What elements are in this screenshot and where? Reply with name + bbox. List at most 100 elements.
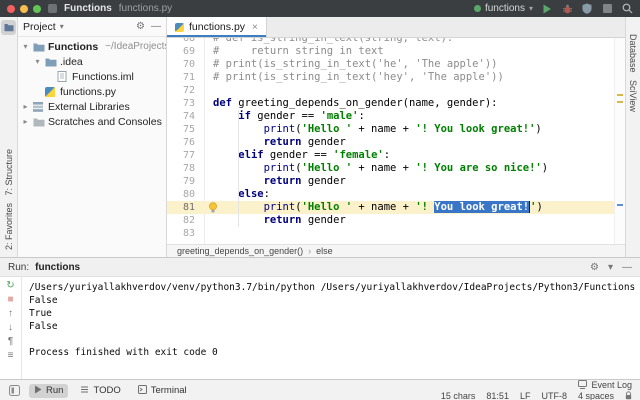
breadcrumb-separator: ›	[308, 246, 311, 256]
tool-window-toggle-todo[interactable]: TODO	[75, 384, 125, 398]
rerun-icon[interactable]: ↻	[6, 280, 14, 292]
settings-gear-icon[interactable]: ⚙	[136, 21, 145, 32]
code-line[interactable]: 77 elif gender == 'female':	[167, 149, 625, 162]
right-tool-stripe: Database SciView	[625, 17, 640, 257]
left-tool-stripe: 7: Structure 2: Favorites	[0, 17, 18, 257]
hide-panel-icon[interactable]: —	[151, 21, 161, 32]
code-line[interactable]: 83	[167, 227, 625, 240]
tool-window-toggle-run[interactable]: Run	[29, 384, 68, 398]
tree-item-external-libraries[interactable]: ▸ External Libraries	[18, 99, 166, 114]
status-metric-4-spaces[interactable]: 4 spaces	[578, 391, 614, 400]
status-metric-lf[interactable]: LF	[520, 391, 531, 400]
run-tab-functions[interactable]: functions	[35, 262, 80, 273]
up-stack-trace-icon[interactable]: ↑	[8, 308, 13, 320]
event-log-button[interactable]: Event Log	[578, 380, 632, 390]
console-line: True	[29, 307, 640, 320]
tree-item-path: ~/IdeaProjects/Python3/Functions	[105, 41, 166, 52]
status-metric-81-51[interactable]: 81:51	[486, 391, 509, 400]
line-number: 75	[167, 123, 204, 136]
tree-expand-icon[interactable]: ▾	[21, 42, 30, 51]
tree-item-functions[interactable]: ▾Functions~/IdeaProjects/Python3/Functio…	[18, 39, 166, 54]
debug-button[interactable]	[561, 3, 573, 15]
breadcrumb-item-else[interactable]: else	[316, 246, 333, 256]
code-line[interactable]: 78 print('Hello ' + name + '! You are so…	[167, 162, 625, 175]
app-icon	[48, 4, 57, 13]
code-text: # print(is_string_in_text('hey', 'The ap…	[204, 71, 504, 84]
editor-tab-label: functions.py	[189, 21, 245, 33]
search-everywhere-icon[interactable]	[621, 3, 633, 15]
project-panel-header[interactable]: Project ▾ ⚙ —	[18, 17, 166, 37]
line-number: 81	[167, 201, 204, 214]
collapse-panel-icon[interactable]: ▾	[608, 262, 613, 273]
tree-expand-icon[interactable]: ▸	[21, 117, 30, 126]
tree-item-functions-py[interactable]: functions.py	[18, 84, 166, 99]
code-line[interactable]: 74 if gender == 'male':	[167, 110, 625, 123]
line-number: 77	[167, 149, 204, 162]
close-tab-icon[interactable]: ×	[252, 22, 258, 33]
project-tool-window-button[interactable]	[1, 20, 16, 35]
breadcrumb: greeting_depends_on_gender() › else	[167, 244, 625, 257]
tree-item-label: External Libraries	[48, 101, 130, 113]
code-text: return gender	[204, 175, 346, 188]
intention-bulb-icon[interactable]	[208, 202, 218, 213]
editor-tab-bar: functions.py ×	[167, 17, 625, 38]
lock-icon[interactable]	[625, 391, 632, 400]
run-button[interactable]	[541, 3, 553, 15]
editor-scrollbar[interactable]	[614, 38, 625, 244]
code-line[interactable]: 73def greeting_depends_on_gender(name, g…	[167, 97, 625, 110]
code-line[interactable]: 70# print(is_string_in_text('he', 'The a…	[167, 58, 625, 71]
code-line[interactable]: 72	[167, 84, 625, 97]
soft-wrap-icon[interactable]: ¶	[8, 336, 13, 348]
tool-window-button-7-structure[interactable]: 7: Structure	[4, 149, 14, 196]
run-configuration-select[interactable]: functions ▾	[474, 3, 533, 14]
editor-tab-functions-py[interactable]: functions.py ×	[167, 17, 267, 37]
code-line[interactable]: 68# def is_string_in_text(string, text):	[167, 38, 625, 45]
window-title-project: Functions	[64, 3, 112, 14]
tree-item-functions-iml[interactable]: Functions.iml	[18, 69, 166, 84]
python-file-icon	[45, 86, 57, 97]
code-line[interactable]: 71# print(is_string_in_text('hey', 'The …	[167, 71, 625, 84]
tool-window-button-sciview[interactable]: SciView	[628, 80, 638, 112]
tool-window-switcher-icon[interactable]	[8, 385, 20, 397]
chevron-down-icon[interactable]: ▾	[60, 22, 64, 31]
status-metric-15-chars[interactable]: 15 chars	[441, 391, 476, 400]
breadcrumb-item-greeting-depends-on-gender[interactable]: greeting_depends_on_gender()	[177, 246, 303, 256]
tree-item-idea[interactable]: ▾ .idea	[18, 54, 166, 69]
code-line[interactable]: 82 return gender	[167, 214, 625, 227]
stop-icon[interactable]: ■	[7, 294, 13, 306]
scroll-to-end-icon[interactable]: ≡	[8, 350, 14, 362]
tree-item-label: .idea	[60, 56, 83, 68]
warning-stripe-mark	[617, 94, 623, 96]
tree-expand-icon[interactable]: ▸	[21, 102, 30, 111]
title-bar: Functions functions.py functions ▾	[0, 0, 640, 17]
settings-gear-icon[interactable]: ⚙	[590, 262, 599, 273]
line-number: 72	[167, 84, 204, 97]
code-line[interactable]: 76 return gender	[167, 136, 625, 149]
console-line	[29, 333, 640, 346]
window-title-file: functions.py	[119, 3, 172, 14]
code-line[interactable]: 80 else:	[167, 188, 625, 201]
code-line[interactable]: 79 return gender	[167, 175, 625, 188]
code-line[interactable]: 69# return string in text	[167, 45, 625, 58]
tool-window-button-2-favorites[interactable]: 2: Favorites	[4, 203, 14, 250]
hide-panel-icon[interactable]: —	[622, 262, 632, 273]
tool-window-button-database[interactable]: Database	[628, 34, 638, 73]
code-text: # def is_string_in_text(string, text):	[204, 38, 453, 45]
tool-window-toggle-terminal[interactable]: Terminal	[133, 384, 192, 398]
close-window-icon[interactable]	[7, 5, 15, 13]
chevron-down-icon: ▾	[529, 4, 533, 13]
code-editor[interactable]: 68# def is_string_in_text(string, text):…	[167, 38, 625, 244]
stop-button[interactable]	[601, 3, 613, 15]
code-line[interactable]: 75 print('Hello ' + name + '! You look g…	[167, 123, 625, 136]
code-line[interactable]: 81 print('Hello ' + name + '! You look g…	[167, 201, 625, 214]
minimize-window-icon[interactable]	[20, 5, 28, 13]
down-stack-trace-icon[interactable]: ↓	[8, 322, 13, 334]
status-metric-utf-8[interactable]: UTF-8	[541, 391, 567, 400]
tree-item-scratches-and-consoles[interactable]: ▸Scratches and Consoles	[18, 114, 166, 129]
run-console[interactable]: /Users/yuriyallakhverdov/venv/python3.7/…	[22, 277, 640, 379]
coverage-button[interactable]	[581, 3, 593, 15]
zoom-window-icon[interactable]	[33, 5, 41, 13]
tree-item-label: functions.py	[60, 86, 116, 98]
tree-expand-icon[interactable]: ▾	[33, 57, 42, 66]
pycharm-window: Functions functions.py functions ▾	[0, 0, 640, 400]
